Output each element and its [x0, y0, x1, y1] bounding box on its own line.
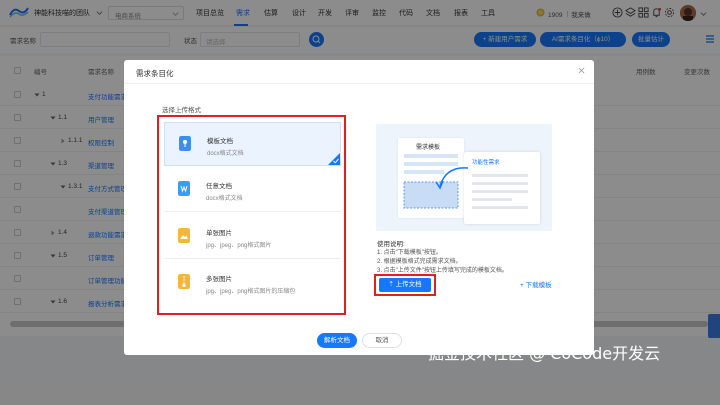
cancel-button[interactable]: 取消	[362, 333, 402, 348]
option-title: 多张图片	[206, 276, 232, 283]
option-template-doc[interactable]: 模板文档 docx格式文档	[164, 122, 341, 166]
download-label: 下载模板	[525, 282, 552, 289]
option-any-doc[interactable]: 任意文档 docx格式文档	[164, 168, 341, 212]
option-single-image[interactable]: 单张图片 jpg、jpeg、png格式图片	[164, 215, 341, 259]
template-illustration: 需求模板 功能性需求	[376, 124, 552, 231]
word-doc-icon	[178, 181, 190, 196]
parse-document-button[interactable]: 解析文档	[317, 333, 357, 348]
option-desc: docx格式文档	[207, 151, 244, 157]
upload-label: 上传文档	[395, 281, 422, 288]
select-format-label: 选择上传格式	[162, 107, 201, 114]
usage-step-2: 2. 根据模板格式完成需求文档。	[377, 259, 462, 265]
modal-title: 需求条目化	[136, 69, 174, 78]
option-title: 任意文档	[206, 183, 232, 190]
template-doc-icon	[179, 136, 191, 151]
option-title: 单张图片	[206, 230, 232, 237]
modal-divider	[124, 83, 594, 84]
option-desc: jpg、jpeg、png格式图片	[206, 243, 272, 249]
zip-icon	[178, 274, 190, 289]
option-multi-image[interactable]: 多张图片 jpg、jpeg、png格式图片的压缩包	[164, 261, 341, 305]
check-icon	[333, 158, 339, 164]
upload-icon: ⇡	[388, 281, 396, 288]
usage-step-1: 1. 点击"下载模板"按钮。	[377, 250, 442, 256]
usage-step-3: 3. 点击"上传文件"按钮上传填写完成的模板文档。	[377, 268, 508, 274]
close-icon[interactable]	[578, 67, 585, 74]
image-icon	[178, 228, 190, 243]
watermark: 掘金技术社区 @ CoCode开发云	[428, 344, 661, 363]
requirement-itemize-modal: 需求条目化 选择上传格式 模板文档 docx格式文档 任意文档 docx格式文档…	[124, 60, 594, 355]
upload-document-button[interactable]: ⇡ 上传文档	[379, 278, 431, 292]
download-template-link[interactable]: + 下载模板	[520, 279, 552, 289]
curved-arrow-icon	[435, 167, 469, 190]
option-title: 模板文档	[207, 138, 233, 145]
option-desc: jpg、jpeg、png格式图片的压缩包	[206, 289, 296, 295]
option-desc: docx格式文档	[206, 196, 243, 202]
